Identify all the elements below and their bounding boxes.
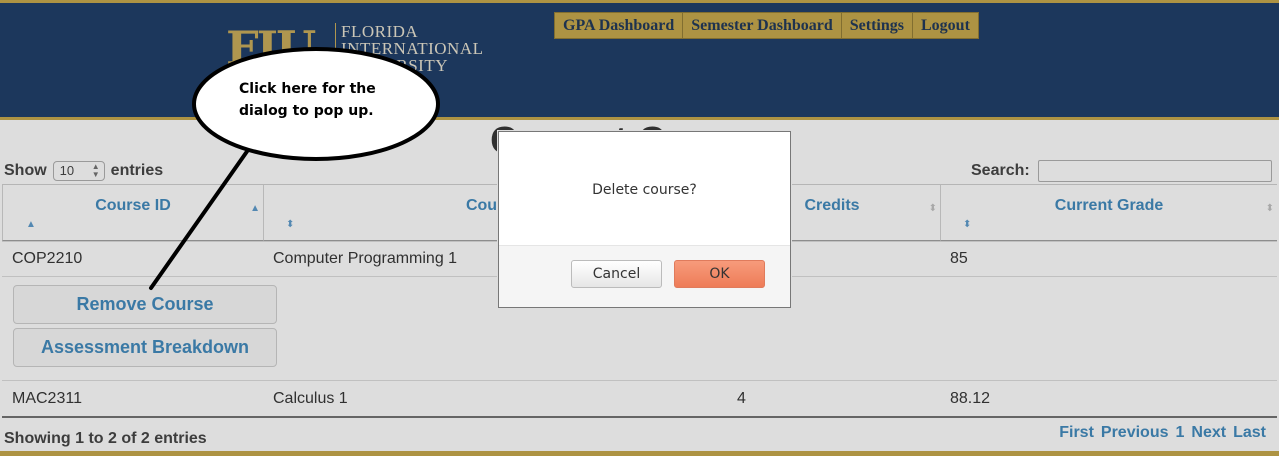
delete-course-dialog: Delete course? Cancel OK — [498, 131, 791, 308]
ok-button[interactable]: OK — [674, 260, 765, 288]
cancel-button[interactable]: Cancel — [571, 260, 662, 288]
dialog-message: Delete course? — [592, 182, 697, 198]
dialog-footer: Cancel OK — [499, 245, 790, 307]
callout-text: Click here for the dialog to pop up. — [239, 81, 376, 119]
